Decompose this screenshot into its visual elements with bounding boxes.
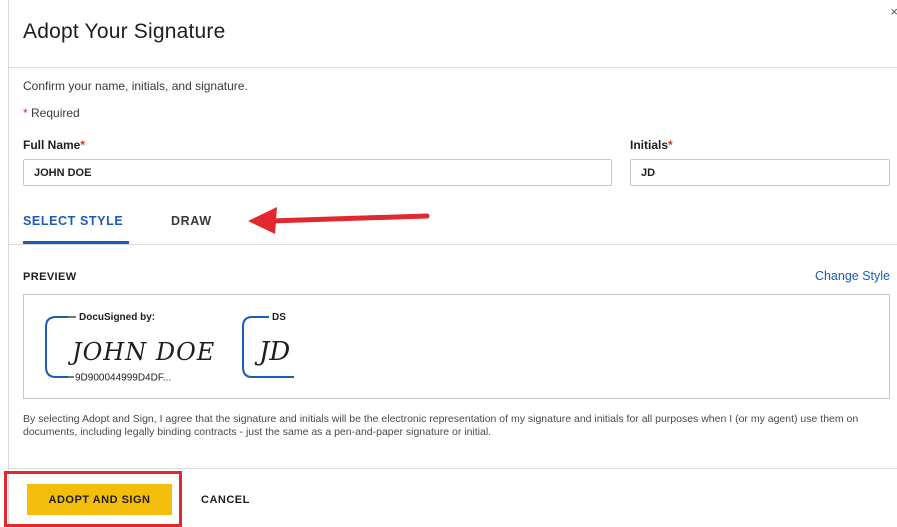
confirm-instructions: Confirm your name, initials, and signatu… xyxy=(23,79,248,93)
adopt-and-sign-button[interactable]: ADOPT AND SIGN xyxy=(27,484,172,515)
required-text: Required xyxy=(27,106,80,120)
footer-divider xyxy=(9,468,897,469)
initials-header: DS xyxy=(272,312,286,323)
change-style-link[interactable]: Change Style xyxy=(815,269,890,283)
preview-label: PREVIEW xyxy=(23,271,77,283)
cancel-button[interactable]: CANCEL xyxy=(195,484,256,515)
full-name-required-star: * xyxy=(80,138,86,152)
signature-preview-box: DocuSigned by: JOHN DOE 9D900044999D4DF.… xyxy=(23,294,890,399)
initials-signature: JD xyxy=(254,337,290,367)
initials-label-text: Initials xyxy=(630,138,669,152)
signature-preview-graphic: DocuSigned by: JOHN DOE 9D900044999D4DF.… xyxy=(45,312,294,384)
full-name-input[interactable] xyxy=(23,159,612,186)
adopt-signature-dialog: × Adopt Your Signature Confirm your name… xyxy=(8,0,897,527)
full-name-label-text: Full Name xyxy=(23,138,81,152)
required-note: * Required xyxy=(23,106,80,120)
tabs-divider xyxy=(9,244,897,245)
signature-name: JOHN DOE xyxy=(67,338,215,366)
initials-required-star: * xyxy=(668,138,673,152)
signature-header: DocuSigned by: xyxy=(79,312,155,323)
tab-select-style[interactable]: SELECT STYLE xyxy=(23,214,123,228)
initials-input[interactable] xyxy=(630,159,890,186)
title-divider xyxy=(9,67,897,68)
signature-bracket xyxy=(45,316,68,378)
full-name-label: Full Name* xyxy=(23,138,85,152)
tab-draw[interactable]: DRAW xyxy=(171,214,212,228)
dialog-title: Adopt Your Signature xyxy=(23,20,226,43)
signature-envelope-id: 9D900044999D4DF... xyxy=(75,373,171,384)
close-icon[interactable]: × xyxy=(890,4,897,19)
initials-label: Initials* xyxy=(630,138,673,152)
legal-disclaimer: By selecting Adopt and Sign, I agree tha… xyxy=(23,413,859,438)
